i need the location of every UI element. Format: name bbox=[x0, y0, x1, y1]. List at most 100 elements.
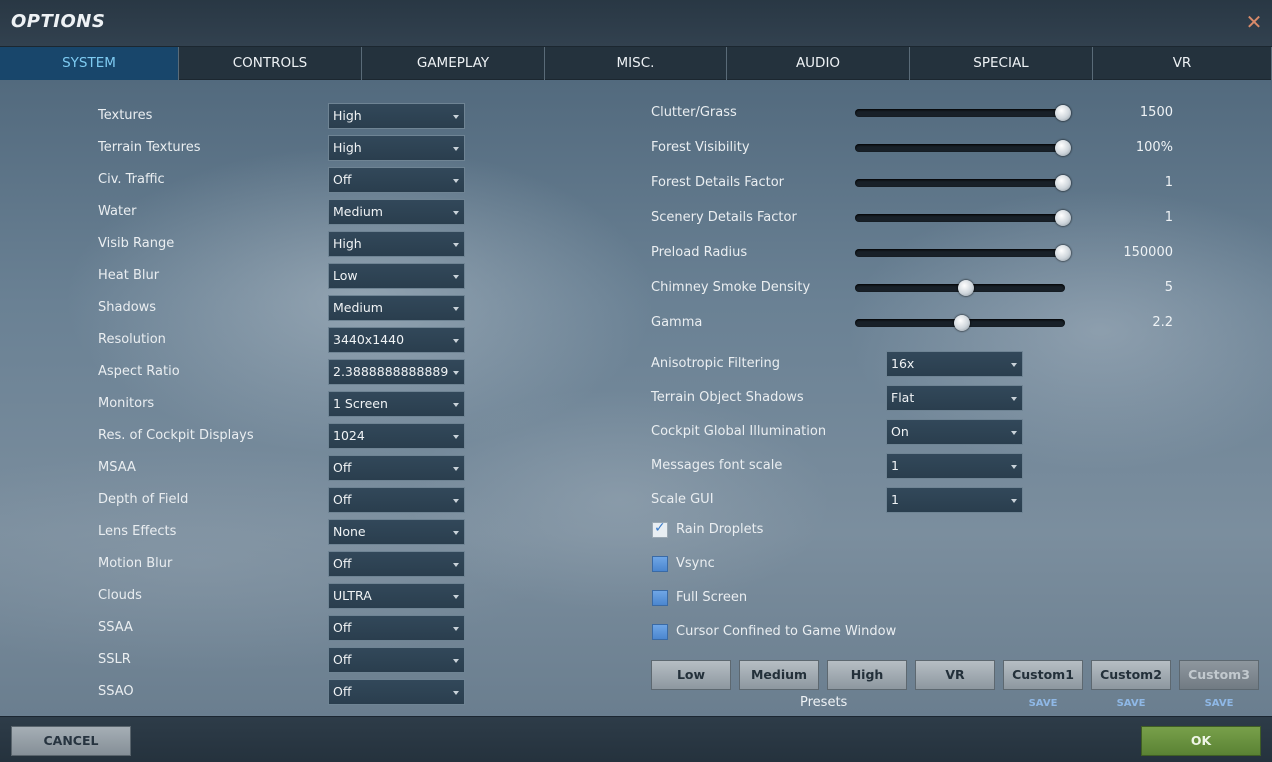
setting-dropdown[interactable]: 3440x1440 bbox=[328, 327, 465, 353]
setting-dropdown[interactable]: Off bbox=[328, 455, 465, 481]
slider-handle[interactable] bbox=[954, 315, 971, 331]
preset-button-low[interactable]: Low bbox=[651, 660, 731, 690]
chevron-down-icon bbox=[453, 179, 459, 183]
checkbox[interactable] bbox=[652, 624, 668, 640]
tab-misc[interactable]: MISC. bbox=[545, 47, 727, 80]
setting-dropdown[interactable]: Off bbox=[328, 647, 465, 673]
setting-dropdown[interactable]: High bbox=[328, 103, 465, 129]
setting-dropdown[interactable]: On bbox=[886, 419, 1023, 445]
setting-dropdown[interactable]: 16x bbox=[886, 351, 1023, 377]
cancel-button[interactable]: CANCEL bbox=[11, 726, 131, 756]
setting-dropdown[interactable]: Off bbox=[328, 679, 465, 705]
ok-button[interactable]: OK bbox=[1141, 726, 1261, 756]
setting-label: Aspect Ratio bbox=[98, 364, 180, 379]
setting-dropdown[interactable]: High bbox=[328, 135, 465, 161]
footer-bar: CANCEL OK bbox=[0, 716, 1272, 762]
save-preset-link[interactable]: SAVE bbox=[1091, 698, 1171, 709]
slider-track[interactable] bbox=[855, 315, 1065, 331]
slider-track[interactable] bbox=[855, 105, 1071, 121]
dropdown-value: None bbox=[333, 524, 366, 539]
preset-button-high[interactable]: High bbox=[827, 660, 907, 690]
chevron-down-icon bbox=[1011, 499, 1017, 503]
setting-dropdown[interactable]: 1 bbox=[886, 453, 1023, 479]
setting-dropdown[interactable]: Off bbox=[328, 487, 465, 513]
setting-dropdown[interactable]: High bbox=[328, 231, 465, 257]
tab-system[interactable]: SYSTEM bbox=[0, 47, 179, 80]
checkbox[interactable] bbox=[652, 590, 668, 606]
tab-audio[interactable]: AUDIO bbox=[727, 47, 910, 80]
setting-dropdown[interactable]: ULTRA bbox=[328, 583, 465, 609]
save-preset-link[interactable]: SAVE bbox=[1003, 698, 1083, 709]
setting-dropdown[interactable]: 1 bbox=[886, 487, 1023, 513]
title-bar: OPTIONS ✕ bbox=[0, 0, 1272, 46]
chevron-down-icon bbox=[453, 115, 459, 119]
setting-dropdown[interactable]: Medium bbox=[328, 295, 465, 321]
setting-dropdown[interactable]: Medium bbox=[328, 199, 465, 225]
setting-dropdown[interactable]: None bbox=[328, 519, 465, 545]
slider-handle[interactable] bbox=[1055, 140, 1071, 156]
setting-label: Shadows bbox=[98, 300, 157, 315]
left-settings-panel bbox=[0, 80, 640, 716]
slider-track[interactable] bbox=[855, 210, 1071, 226]
slider-handle[interactable] bbox=[958, 280, 974, 296]
dropdown-value: 16x bbox=[891, 356, 915, 371]
slider-handle[interactable] bbox=[1055, 175, 1071, 191]
dropdown-value: Medium bbox=[333, 300, 383, 315]
slider-value: 1 bbox=[1164, 210, 1173, 225]
setting-dropdown[interactable]: Off bbox=[328, 551, 465, 577]
close-icon[interactable]: ✕ bbox=[1244, 11, 1264, 33]
setting-label: Scale GUI bbox=[651, 492, 714, 507]
setting-label: Depth of Field bbox=[98, 492, 189, 507]
slider-label: Scenery Details Factor bbox=[651, 210, 797, 225]
setting-dropdown[interactable]: Off bbox=[328, 167, 465, 193]
dropdown-value: Low bbox=[333, 268, 358, 283]
slider-label: Clutter/Grass bbox=[651, 105, 737, 120]
window-title: OPTIONS bbox=[11, 11, 106, 32]
slider-track[interactable] bbox=[855, 140, 1071, 156]
setting-label: Lens Effects bbox=[98, 524, 177, 539]
slider-track[interactable] bbox=[855, 245, 1071, 261]
tab-bar: SYSTEM CONTROLS GAMEPLAY MISC. AUDIO SPECIAL V… bbox=[0, 46, 1272, 80]
setting-dropdown[interactable]: 2.3888888888889 bbox=[328, 359, 465, 385]
dropdown-value: High bbox=[333, 108, 362, 123]
setting-label: Visib Range bbox=[98, 236, 175, 251]
preset-button-custom3[interactable]: Custom3 bbox=[1179, 660, 1259, 690]
chevron-down-icon bbox=[1011, 431, 1017, 435]
dropdown-value: 1 Screen bbox=[333, 396, 388, 411]
checkbox[interactable]: ✓ bbox=[652, 520, 668, 538]
setting-label: MSAA bbox=[98, 460, 136, 475]
slider-value: 1 bbox=[1164, 175, 1173, 190]
setting-dropdown[interactable]: 1 Screen bbox=[328, 391, 465, 417]
chevron-down-icon bbox=[453, 691, 459, 695]
tab-controls[interactable]: CONTROLS bbox=[179, 47, 362, 80]
setting-dropdown[interactable]: Low bbox=[328, 263, 465, 289]
setting-label: Terrain Object Shadows bbox=[651, 390, 804, 405]
setting-dropdown[interactable]: 1024 bbox=[328, 423, 465, 449]
chevron-down-icon bbox=[1011, 397, 1017, 401]
dropdown-value: Off bbox=[333, 620, 352, 635]
slider-label: Preload Radius bbox=[651, 245, 748, 260]
preset-button-medium[interactable]: Medium bbox=[739, 660, 819, 690]
setting-label: Anisotropic Filtering bbox=[651, 356, 781, 371]
chevron-down-icon bbox=[453, 371, 459, 375]
slider-handle[interactable] bbox=[1055, 105, 1071, 121]
tab-vr[interactable]: VR bbox=[1093, 47, 1272, 80]
setting-dropdown[interactable]: Flat bbox=[886, 385, 1023, 411]
slider-track[interactable] bbox=[855, 175, 1071, 191]
save-preset-link[interactable]: SAVE bbox=[1179, 698, 1259, 709]
tab-special[interactable]: SPECIAL bbox=[910, 47, 1093, 80]
tab-gameplay[interactable]: GAMEPLAY bbox=[362, 47, 545, 80]
chevron-down-icon bbox=[453, 531, 459, 535]
chevron-down-icon bbox=[453, 499, 459, 503]
checkbox[interactable] bbox=[652, 556, 668, 572]
dropdown-value: Flat bbox=[891, 390, 915, 405]
preset-button-vr[interactable]: VR bbox=[915, 660, 995, 690]
slider-track[interactable] bbox=[855, 280, 1065, 296]
preset-button-custom1[interactable]: Custom1 bbox=[1003, 660, 1083, 690]
slider-label: Gamma bbox=[651, 315, 703, 330]
setting-dropdown[interactable]: Off bbox=[328, 615, 465, 641]
slider-handle[interactable] bbox=[1055, 210, 1071, 226]
preset-button-custom2[interactable]: Custom2 bbox=[1091, 660, 1171, 690]
slider-handle[interactable] bbox=[1055, 245, 1071, 261]
chevron-down-icon bbox=[453, 595, 459, 599]
